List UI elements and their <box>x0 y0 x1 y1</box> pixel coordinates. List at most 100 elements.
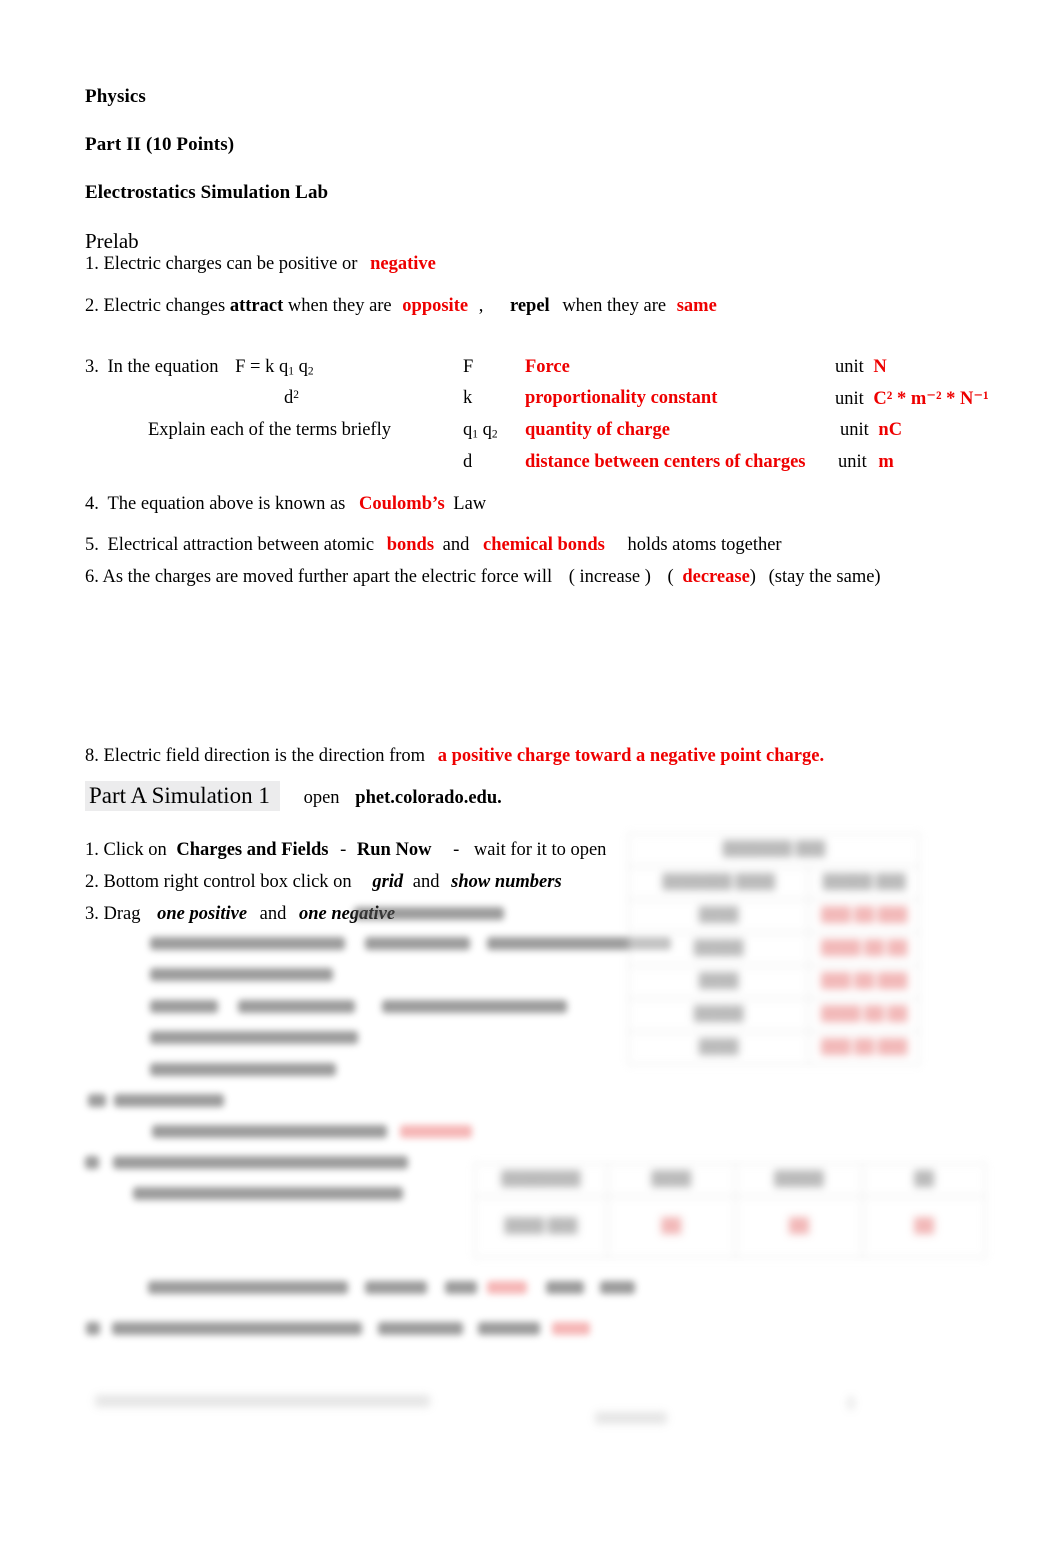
step-1-pre: Click on <box>103 840 167 860</box>
lab-heading: Electrostatics Simulation Lab <box>85 182 329 203</box>
q3-equation-numerator: F = k q1 q2 <box>235 357 314 378</box>
q8-lead: Electric field direction is the directio… <box>103 746 426 766</box>
q1-number: 1. <box>85 254 99 274</box>
step-1-number: 1. <box>85 840 99 860</box>
document-page: Physics Part II (10 Points) Electrostati… <box>0 0 1062 1556</box>
table-row: █████ ████ ██ ██ <box>627 932 920 966</box>
table-2-header-1: ████ <box>606 1163 736 1197</box>
q6-option-increase: ( increase ) <box>568 567 651 587</box>
q6-paren-open: ( <box>667 567 674 587</box>
table-1-cell: █████ <box>627 998 810 1032</box>
q3-term-meaning-0: Force <box>525 357 570 377</box>
table-1-cell: ███ ██ ███ <box>808 965 920 999</box>
q2-comma: , <box>478 296 484 316</box>
step-2-number: 2. <box>85 872 99 892</box>
q2-answer-2: same <box>676 296 717 316</box>
prelab-question-5: 5. Electrical attraction between atomic … <box>85 535 782 556</box>
prelab-question-3-lead: 3. In the equation F = k q1 q2 <box>85 357 314 378</box>
redacted-footer-block <box>0 0 1062 1556</box>
part-a-heading-row: Part A Simulation 1 open phet.colorado.e… <box>85 781 502 811</box>
table-row: ███████ ████ █████ ███ <box>627 866 920 900</box>
part-a-heading: Part A Simulation 1 <box>85 781 280 811</box>
q5-answer-1: bonds <box>386 535 435 555</box>
q1-text: Electric charges can be positive or <box>103 254 358 274</box>
q5-tail: holds atoms together <box>627 535 782 555</box>
q3-number: 3. <box>85 357 99 377</box>
q3-term-unit-0: unit N <box>835 357 887 377</box>
table-1-cell: ███ ██ ███ <box>808 1031 920 1065</box>
q2-bold-repel: repel <box>509 296 550 316</box>
table-2-cell: ██ <box>862 1196 986 1258</box>
q3-term-meaning-3: distance between centers of charges <box>525 452 806 472</box>
step-3-italic-one-positive: one positive <box>157 904 248 924</box>
step-2-mid: and <box>412 872 440 892</box>
q6-lead: As the charges are moved further apart t… <box>102 567 553 587</box>
q8-answer: a positive charge toward a negative poin… <box>437 746 825 766</box>
q3-term-symbol-3: d <box>463 452 473 472</box>
step-3-italic-one-negative: one negative <box>299 904 396 924</box>
q3-term-unit-2: unit nC <box>840 420 903 440</box>
table-2-header-2: █████ <box>734 1163 864 1197</box>
q5-mid: and <box>442 535 470 555</box>
table-row: █████ ████ ██ ██ <box>627 998 920 1032</box>
part-a-url[interactable]: phet.colorado.edu. <box>355 788 501 808</box>
q2-mid-2: when they are <box>562 296 667 316</box>
table-row: ████ ███ ██ ███ <box>627 965 920 999</box>
step-2-italic-show-numbers: show numbers <box>451 872 562 892</box>
q3-term-meaning-1: proportionality constant <box>525 388 718 408</box>
prelab-label: Prelab <box>85 229 139 253</box>
table-2-cell: ██ <box>606 1196 736 1258</box>
q3-term-meaning-2: quantity of charge <box>525 420 670 440</box>
q6-answer-decrease: decrease <box>682 567 750 587</box>
table-1-cell: ████ <box>627 1031 810 1065</box>
page-title: Physics <box>85 86 146 107</box>
q3-lead: In the equation <box>107 357 219 377</box>
table-1-cell: ████ <box>627 899 810 933</box>
step-3-number: 3. <box>85 904 99 924</box>
q8-number: 8. <box>85 746 99 766</box>
step-3-pre: Drag <box>103 904 141 924</box>
q4-number: 4. <box>85 494 99 514</box>
q2-bold-attract: attract <box>229 296 284 316</box>
table-row: ████ ███ ██ ██ ██ <box>474 1196 986 1258</box>
q3-term-unit-3: unit m <box>838 452 894 472</box>
step-1-dash-2: - <box>453 840 460 860</box>
q3-instruction: Explain each of the terms briefly <box>148 420 391 440</box>
step-3-mid: and <box>259 904 287 924</box>
q4-tail: Law <box>453 494 487 514</box>
part-a-step-3: 3. Drag one positive and one negative <box>85 904 395 925</box>
q3-term-symbol-1: k <box>463 388 473 408</box>
step-2-italic-grid: grid <box>372 872 404 892</box>
part-a-open-label: open <box>303 788 340 808</box>
q2-lead: Electric changes <box>103 296 226 316</box>
part-a-step-1: 1. Click on Charges and Fields - Run Now… <box>85 840 606 861</box>
table-1-cell: ████ ██ ██ <box>808 998 920 1032</box>
table-row: ███████ ███ <box>628 833 920 867</box>
q3-term-unit-1: unit C² * m⁻² * N⁻¹ <box>835 389 989 409</box>
q2-mid-1: when they are <box>287 296 392 316</box>
table-2-header-3: ██ <box>862 1163 986 1197</box>
q3-term-symbol-0: F <box>463 357 474 377</box>
table-2-cell: ████ ███ <box>474 1196 608 1258</box>
q2-answer-1: opposite <box>402 296 469 316</box>
q1-answer: negative <box>370 254 436 274</box>
table-row: ████ ███ ██ ███ <box>627 899 920 933</box>
table-2-header-0: ████████ <box>474 1163 608 1197</box>
q6-paren-close: ) <box>749 567 756 587</box>
q2-number: 2. <box>85 296 99 316</box>
q5-number: 5. <box>85 535 99 555</box>
step-1-dash-1: - <box>340 840 347 860</box>
table-1-cell: ████ <box>627 965 810 999</box>
part-a-step-2: 2. Bottom right control box click on gri… <box>85 872 562 893</box>
step-2-pre: Bottom right control box click on <box>103 872 352 892</box>
data-table-2: ████████ ████ █████ ██ ████ ███ ██ ██ ██ <box>474 1163 986 1258</box>
q3-equation-denominator: d2 <box>284 388 299 408</box>
q4-answer: Coulomb’s <box>359 494 445 514</box>
table-1-cell: ███ ██ ███ <box>808 899 920 933</box>
prelab-question-4: 4. The equation above is known as Coulom… <box>85 494 486 515</box>
prelab-question-6: 6. As the charges are moved further apar… <box>85 567 881 588</box>
table-1-header-0: ███████ ████ <box>627 866 810 900</box>
prelab-question-1: 1. Electric charges can be positive or n… <box>85 254 436 275</box>
table-row: ████ ███ ██ ███ <box>627 1031 920 1065</box>
step-1-bold-run-now: Run Now <box>356 840 432 860</box>
